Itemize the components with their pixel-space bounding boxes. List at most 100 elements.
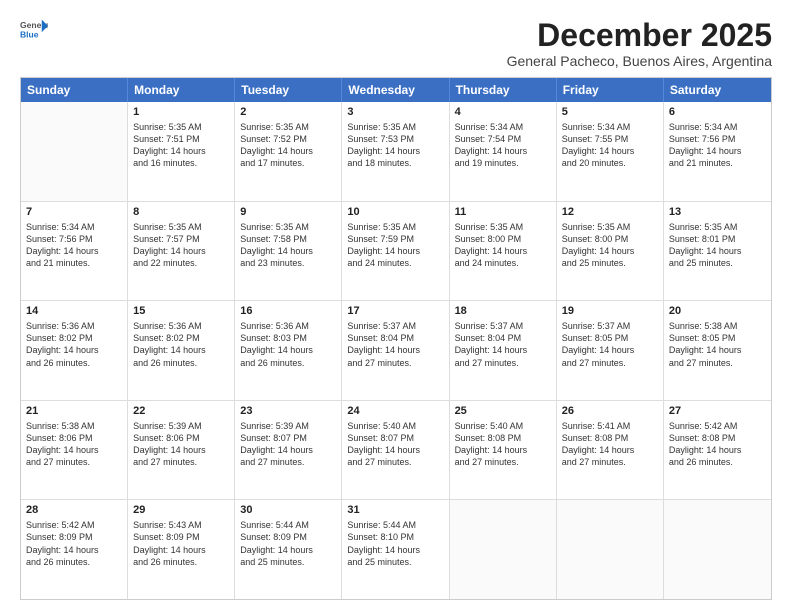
calendar-cell: 4Sunrise: 5:34 AM Sunset: 7:54 PM Daylig…: [450, 102, 557, 201]
main-title: December 2025: [507, 18, 772, 53]
day-number: 17: [347, 304, 443, 319]
cell-info: Sunrise: 5:35 AM Sunset: 8:00 PM Dayligh…: [562, 221, 658, 270]
calendar-body: 1Sunrise: 5:35 AM Sunset: 7:51 PM Daylig…: [21, 102, 771, 599]
cell-info: Sunrise: 5:34 AM Sunset: 7:54 PM Dayligh…: [455, 121, 551, 170]
day-number: 29: [133, 503, 229, 518]
day-number: 8: [133, 205, 229, 220]
header: General Blue December 2025 General Pache…: [20, 18, 772, 69]
day-number: 21: [26, 404, 122, 419]
day-number: 7: [26, 205, 122, 220]
calendar-cell: 10Sunrise: 5:35 AM Sunset: 7:59 PM Dayli…: [342, 202, 449, 301]
cell-info: Sunrise: 5:35 AM Sunset: 7:57 PM Dayligh…: [133, 221, 229, 270]
calendar-header-row: SundayMondayTuesdayWednesdayThursdayFrid…: [21, 78, 771, 102]
cell-info: Sunrise: 5:42 AM Sunset: 8:08 PM Dayligh…: [669, 420, 766, 469]
day-number: 12: [562, 205, 658, 220]
cell-info: Sunrise: 5:44 AM Sunset: 8:09 PM Dayligh…: [240, 519, 336, 568]
day-number: 14: [26, 304, 122, 319]
cell-info: Sunrise: 5:42 AM Sunset: 8:09 PM Dayligh…: [26, 519, 122, 568]
day-number: 26: [562, 404, 658, 419]
day-number: 13: [669, 205, 766, 220]
calendar-week-row: 7Sunrise: 5:34 AM Sunset: 7:56 PM Daylig…: [21, 202, 771, 302]
cell-info: Sunrise: 5:36 AM Sunset: 8:03 PM Dayligh…: [240, 320, 336, 369]
calendar-cell: 5Sunrise: 5:34 AM Sunset: 7:55 PM Daylig…: [557, 102, 664, 201]
calendar-cell: [557, 500, 664, 599]
calendar-cell: 18Sunrise: 5:37 AM Sunset: 8:04 PM Dayli…: [450, 301, 557, 400]
cell-info: Sunrise: 5:37 AM Sunset: 8:04 PM Dayligh…: [455, 320, 551, 369]
cell-info: Sunrise: 5:35 AM Sunset: 7:58 PM Dayligh…: [240, 221, 336, 270]
subtitle: General Pacheco, Buenos Aires, Argentina: [507, 53, 772, 69]
day-number: 1: [133, 105, 229, 120]
svg-text:Blue: Blue: [20, 30, 39, 40]
calendar-cell: [664, 500, 771, 599]
calendar-header-cell: Thursday: [450, 78, 557, 102]
cell-info: Sunrise: 5:35 AM Sunset: 8:00 PM Dayligh…: [455, 221, 551, 270]
day-number: 25: [455, 404, 551, 419]
day-number: 30: [240, 503, 336, 518]
day-number: 18: [455, 304, 551, 319]
calendar-cell: 14Sunrise: 5:36 AM Sunset: 8:02 PM Dayli…: [21, 301, 128, 400]
day-number: 16: [240, 304, 336, 319]
calendar-cell: 1Sunrise: 5:35 AM Sunset: 7:51 PM Daylig…: [128, 102, 235, 201]
day-number: 6: [669, 105, 766, 120]
day-number: 23: [240, 404, 336, 419]
calendar-cell: 13Sunrise: 5:35 AM Sunset: 8:01 PM Dayli…: [664, 202, 771, 301]
day-number: 24: [347, 404, 443, 419]
cell-info: Sunrise: 5:35 AM Sunset: 7:53 PM Dayligh…: [347, 121, 443, 170]
cell-info: Sunrise: 5:34 AM Sunset: 7:56 PM Dayligh…: [26, 221, 122, 270]
logo-icon: General Blue: [20, 18, 48, 40]
cell-info: Sunrise: 5:38 AM Sunset: 8:06 PM Dayligh…: [26, 420, 122, 469]
cell-info: Sunrise: 5:39 AM Sunset: 8:06 PM Dayligh…: [133, 420, 229, 469]
cell-info: Sunrise: 5:40 AM Sunset: 8:07 PM Dayligh…: [347, 420, 443, 469]
day-number: 19: [562, 304, 658, 319]
day-number: 31: [347, 503, 443, 518]
calendar-cell: 8Sunrise: 5:35 AM Sunset: 7:57 PM Daylig…: [128, 202, 235, 301]
calendar-cell: 22Sunrise: 5:39 AM Sunset: 8:06 PM Dayli…: [128, 401, 235, 500]
cell-info: Sunrise: 5:36 AM Sunset: 8:02 PM Dayligh…: [133, 320, 229, 369]
cell-info: Sunrise: 5:35 AM Sunset: 7:51 PM Dayligh…: [133, 121, 229, 170]
cell-info: Sunrise: 5:35 AM Sunset: 7:52 PM Dayligh…: [240, 121, 336, 170]
calendar-header-cell: Sunday: [21, 78, 128, 102]
cell-info: Sunrise: 5:38 AM Sunset: 8:05 PM Dayligh…: [669, 320, 766, 369]
calendar-cell: 27Sunrise: 5:42 AM Sunset: 8:08 PM Dayli…: [664, 401, 771, 500]
calendar-cell: 31Sunrise: 5:44 AM Sunset: 8:10 PM Dayli…: [342, 500, 449, 599]
day-number: 5: [562, 105, 658, 120]
title-block: December 2025 General Pacheco, Buenos Ai…: [507, 18, 772, 69]
logo: General Blue: [20, 18, 50, 40]
calendar-cell: 29Sunrise: 5:43 AM Sunset: 8:09 PM Dayli…: [128, 500, 235, 599]
calendar-cell: 16Sunrise: 5:36 AM Sunset: 8:03 PM Dayli…: [235, 301, 342, 400]
calendar-cell: 6Sunrise: 5:34 AM Sunset: 7:56 PM Daylig…: [664, 102, 771, 201]
day-number: 9: [240, 205, 336, 220]
calendar-cell: 17Sunrise: 5:37 AM Sunset: 8:04 PM Dayli…: [342, 301, 449, 400]
cell-info: Sunrise: 5:43 AM Sunset: 8:09 PM Dayligh…: [133, 519, 229, 568]
day-number: 28: [26, 503, 122, 518]
day-number: 3: [347, 105, 443, 120]
calendar-cell: 28Sunrise: 5:42 AM Sunset: 8:09 PM Dayli…: [21, 500, 128, 599]
cell-info: Sunrise: 5:34 AM Sunset: 7:55 PM Dayligh…: [562, 121, 658, 170]
day-number: 4: [455, 105, 551, 120]
calendar-cell: [450, 500, 557, 599]
day-number: 22: [133, 404, 229, 419]
calendar-cell: 19Sunrise: 5:37 AM Sunset: 8:05 PM Dayli…: [557, 301, 664, 400]
cell-info: Sunrise: 5:37 AM Sunset: 8:05 PM Dayligh…: [562, 320, 658, 369]
cell-info: Sunrise: 5:35 AM Sunset: 8:01 PM Dayligh…: [669, 221, 766, 270]
cell-info: Sunrise: 5:36 AM Sunset: 8:02 PM Dayligh…: [26, 320, 122, 369]
page: General Blue December 2025 General Pache…: [0, 0, 792, 612]
calendar-cell: 25Sunrise: 5:40 AM Sunset: 8:08 PM Dayli…: [450, 401, 557, 500]
calendar-cell: 12Sunrise: 5:35 AM Sunset: 8:00 PM Dayli…: [557, 202, 664, 301]
calendar-cell: 15Sunrise: 5:36 AM Sunset: 8:02 PM Dayli…: [128, 301, 235, 400]
calendar-cell: 3Sunrise: 5:35 AM Sunset: 7:53 PM Daylig…: [342, 102, 449, 201]
day-number: 15: [133, 304, 229, 319]
calendar-cell: 21Sunrise: 5:38 AM Sunset: 8:06 PM Dayli…: [21, 401, 128, 500]
calendar: SundayMondayTuesdayWednesdayThursdayFrid…: [20, 77, 772, 600]
calendar-header-cell: Tuesday: [235, 78, 342, 102]
day-number: 2: [240, 105, 336, 120]
calendar-cell: 30Sunrise: 5:44 AM Sunset: 8:09 PM Dayli…: [235, 500, 342, 599]
day-number: 20: [669, 304, 766, 319]
calendar-cell: 2Sunrise: 5:35 AM Sunset: 7:52 PM Daylig…: [235, 102, 342, 201]
calendar-cell: 24Sunrise: 5:40 AM Sunset: 8:07 PM Dayli…: [342, 401, 449, 500]
calendar-week-row: 21Sunrise: 5:38 AM Sunset: 8:06 PM Dayli…: [21, 401, 771, 501]
day-number: 11: [455, 205, 551, 220]
calendar-week-row: 28Sunrise: 5:42 AM Sunset: 8:09 PM Dayli…: [21, 500, 771, 599]
calendar-header-cell: Monday: [128, 78, 235, 102]
cell-info: Sunrise: 5:41 AM Sunset: 8:08 PM Dayligh…: [562, 420, 658, 469]
